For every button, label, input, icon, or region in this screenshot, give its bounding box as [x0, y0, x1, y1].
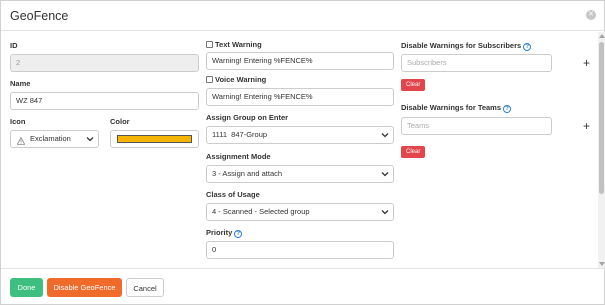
scroll-up-icon[interactable] [599, 34, 605, 38]
voice-warning-label: Voice Warning [215, 75, 267, 84]
cancel-button[interactable]: Cancel [126, 278, 164, 297]
id-label: ID [10, 41, 18, 50]
assign-group-select[interactable]: 1111 847-Group [206, 126, 394, 144]
clear-subscribers-button[interactable]: Clear [401, 79, 426, 91]
assign-group-value: 1111 847-Group [212, 130, 268, 139]
chevron-down-icon [381, 210, 389, 215]
icon-select[interactable]: Exclamation [10, 130, 99, 148]
dialog-body: ID 2 Name WZ 847 Icon Exclamation Color … [1, 32, 605, 268]
subscribers-input[interactable]: Subscribers [401, 54, 552, 72]
priority-input[interactable]: 0 [206, 241, 394, 259]
add-subscriber-button[interactable]: + [583, 57, 590, 69]
assignment-mode-value: 3 - Assign and attach [212, 169, 283, 178]
info-icon[interactable]: ? [523, 43, 532, 51]
voice-warning-checkbox[interactable] [206, 76, 213, 83]
warning-triangle-icon [16, 135, 26, 145]
voice-warning-input[interactable]: Warning! Entering %FENCE% [206, 88, 394, 106]
clear-teams-button[interactable]: Clear [401, 146, 426, 158]
info-icon[interactable]: ? [503, 105, 512, 113]
text-warning-label: Text Warning [215, 40, 262, 49]
scrollbar-thumb[interactable] [599, 42, 604, 194]
add-team-button[interactable]: + [583, 120, 590, 132]
chevron-down-icon [381, 133, 389, 138]
info-icon[interactable]: ? [234, 230, 243, 238]
disable-subscribers-label: Disable Warnings for Subscribers? [401, 41, 532, 51]
id-input[interactable]: 2 [10, 54, 199, 72]
color-swatch [117, 135, 192, 143]
class-of-usage-label: Class of Usage [206, 190, 260, 199]
assignment-mode-label: Assignment Mode [206, 152, 271, 161]
dialog-footer: Done Disable GeoFence Cancel [1, 268, 605, 305]
dialog-header: GeoFence ✕ [1, 1, 605, 31]
color-label: Color [110, 117, 130, 126]
disable-teams-label: Disable Warnings for Teams? [401, 103, 512, 113]
name-input[interactable]: WZ 847 [10, 92, 199, 110]
scrollbar[interactable] [598, 32, 605, 268]
class-of-usage-select[interactable]: 4 - Scanned - Selected group [206, 203, 394, 221]
chevron-down-icon [86, 137, 94, 142]
color-picker[interactable] [110, 130, 199, 148]
done-button[interactable]: Done [10, 278, 43, 297]
priority-label: Priority? [206, 228, 243, 238]
assign-group-label: Assign Group on Enter [206, 113, 289, 122]
dialog-title: GeoFence [10, 9, 69, 23]
close-icon[interactable]: ✕ [586, 10, 596, 20]
icon-label: Icon [10, 117, 26, 126]
teams-input[interactable]: Teams [401, 117, 552, 135]
icon-select-value: Exclamation [30, 134, 71, 143]
text-warning-input[interactable]: Warning! Entering %FENCE% [206, 52, 394, 70]
geofence-dialog: GeoFence ✕ ID 2 Name WZ 847 Icon Exclama… [0, 0, 605, 305]
assignment-mode-select[interactable]: 3 - Assign and attach [206, 165, 394, 183]
scroll-down-icon[interactable] [599, 262, 605, 266]
disable-geofence-button[interactable]: Disable GeoFence [47, 278, 122, 297]
class-of-usage-value: 4 - Scanned - Selected group [212, 207, 310, 216]
chevron-down-icon [381, 172, 389, 177]
text-warning-checkbox[interactable] [206, 41, 213, 48]
name-label: Name [10, 79, 31, 88]
